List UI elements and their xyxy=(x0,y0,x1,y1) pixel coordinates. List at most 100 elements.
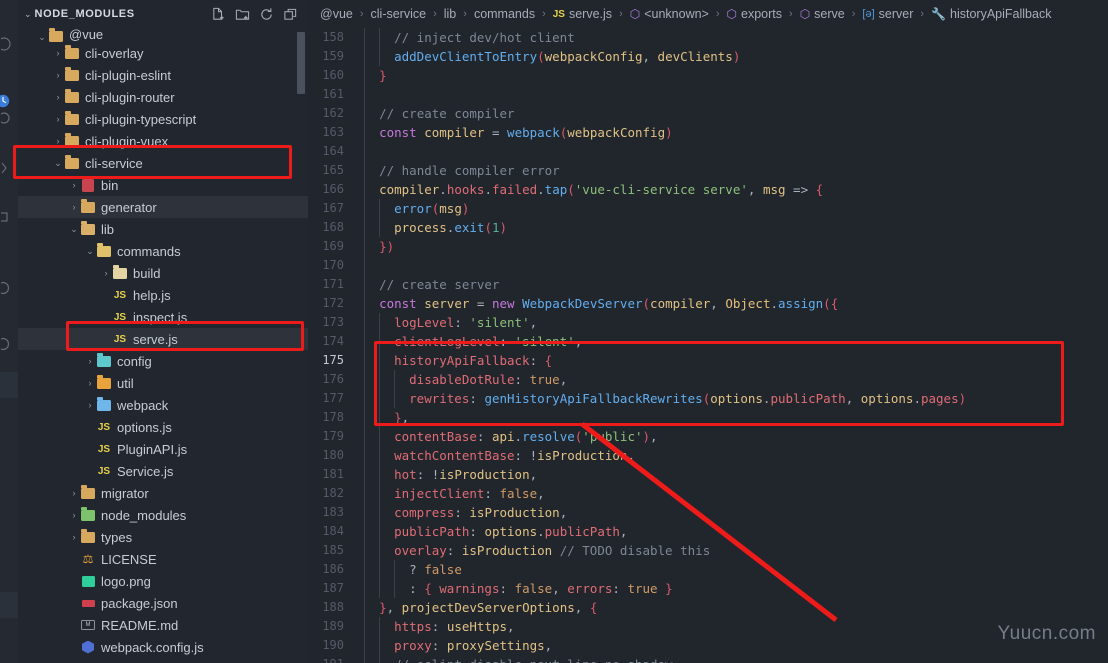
chevron-down-icon[interactable]: ⌄ xyxy=(84,246,96,256)
breadcrumb[interactable]: @vue › cli-service › lib › commands › JS serve.js… xyxy=(308,0,1108,28)
code-line[interactable]: 158 // inject dev/hot client xyxy=(308,28,1108,47)
new-folder-icon[interactable] xyxy=(235,7,250,22)
tree-item-service-js[interactable]: JS Service.js xyxy=(18,460,308,482)
code-line[interactable]: 191 // eslint-disable-next-line no-shado… xyxy=(308,655,1108,663)
code-line[interactable]: 162 // create compiler xyxy=(308,104,1108,123)
tree-item-bin[interactable]: › bin xyxy=(18,174,308,196)
code-line[interactable]: 169 }) xyxy=(308,237,1108,256)
chevron-right-icon[interactable]: › xyxy=(52,92,64,102)
chevron-down-icon[interactable]: ⌄ xyxy=(24,9,32,19)
tree-item-webpack[interactable]: › webpack xyxy=(18,394,308,416)
code-line[interactable]: 187 : { warnings: false, errors: true } xyxy=(308,579,1108,598)
code-line[interactable]: 167 error(msg) xyxy=(308,199,1108,218)
breadcrumb-item-exports[interactable]: ⬡ exports xyxy=(727,7,782,21)
explorer-section-title[interactable]: NODE_MODULES xyxy=(35,8,135,20)
file-tree[interactable]: ⌄ @vue › cli-overlay › cli-plugin-eslint › cli-… xyxy=(18,28,308,663)
code-line[interactable]: 190 proxy: proxySettings, xyxy=(308,636,1108,655)
source-control-icon[interactable] xyxy=(1,110,17,126)
code-line[interactable]: 173 logLevel: 'silent', xyxy=(308,313,1108,332)
code-editor[interactable]: 158 // inject dev/hot client 159 addDevCl… xyxy=(308,28,1108,663)
chevron-right-icon[interactable]: › xyxy=(68,202,80,212)
breadcrumb-item-serve[interactable]: ⬡ serve xyxy=(800,7,845,21)
code-line[interactable]: 165 // handle compiler error xyxy=(308,161,1108,180)
code-line[interactable]: 175 historyApiFallback: { xyxy=(308,351,1108,370)
tree-item-cli-plugin-router[interactable]: › cli-plugin-router xyxy=(18,86,308,108)
tree-item-node-modules[interactable]: › node_modules xyxy=(18,504,308,526)
chevron-right-icon[interactable]: › xyxy=(68,180,80,190)
tree-item-cli-plugin-vuex[interactable]: › cli-plugin-vuex xyxy=(18,130,308,152)
tree-item-webpack-config-js[interactable]: webpack.config.js xyxy=(18,636,308,658)
chevron-right-icon[interactable]: › xyxy=(84,356,96,366)
code-line[interactable]: 170 xyxy=(308,256,1108,275)
breadcrumb-item--vue[interactable]: @vue xyxy=(320,7,353,21)
code-line[interactable]: 186 ? false xyxy=(308,560,1108,579)
breadcrumb-item-serve-js[interactable]: JS serve.js xyxy=(553,7,612,21)
tree-item-migrator[interactable]: › migrator xyxy=(18,482,308,504)
tree-item-util[interactable]: › util xyxy=(18,372,308,394)
history-clock-icon[interactable] xyxy=(0,92,14,108)
new-file-icon[interactable] xyxy=(211,7,226,22)
chevron-right-icon[interactable]: › xyxy=(52,136,64,146)
chevron-right-icon[interactable]: › xyxy=(52,70,64,80)
code-line[interactable]: 185 overlay: isProduction // TODO disabl… xyxy=(308,541,1108,560)
tree-item-generator[interactable]: › generator xyxy=(18,196,308,218)
extensions-icon[interactable] xyxy=(1,210,17,226)
chevron-right-icon[interactable]: › xyxy=(68,532,80,542)
breadcrumb-item-commands[interactable]: commands xyxy=(474,7,535,21)
tree-item-inspect-js[interactable]: JS inspect.js xyxy=(18,306,308,328)
chevron-right-icon[interactable]: › xyxy=(100,268,112,278)
chevron-right-icon[interactable]: › xyxy=(52,114,64,124)
tree-item-help-js[interactable]: JS help.js xyxy=(18,284,308,306)
breadcrumb-item-server[interactable]: [ə] server xyxy=(862,7,913,21)
breadcrumb-item-cli-service[interactable]: cli-service xyxy=(371,7,427,21)
chevron-right-icon[interactable]: › xyxy=(68,510,80,520)
breadcrumb-item-historyapifallback[interactable]: 🔧 historyApiFallback xyxy=(931,7,1051,21)
code-line[interactable]: 166 compiler.hooks.failed.tap('vue-cli-s… xyxy=(308,180,1108,199)
chevron-down-icon[interactable]: ⌄ xyxy=(68,224,80,234)
code-line[interactable]: 183 compress: isProduction, xyxy=(308,503,1108,522)
code-line[interactable]: 189 https: useHttps, xyxy=(308,617,1108,636)
code-line[interactable]: 181 hot: !isProduction, xyxy=(308,465,1108,484)
tree-item-commands[interactable]: ⌄ commands xyxy=(18,240,308,262)
code-line[interactable]: 182 injectClient: false, xyxy=(308,484,1108,503)
collapse-all-icon[interactable] xyxy=(283,7,298,22)
tree-item-cli-overlay[interactable]: › cli-overlay xyxy=(18,42,308,64)
tree-item-license[interactable]: ⚖ LICENSE xyxy=(18,548,308,570)
code-line[interactable]: 163 const compiler = webpack(webpackConf… xyxy=(308,123,1108,142)
tree-item-cli-service[interactable]: ⌄ cli-service xyxy=(18,152,308,174)
chevron-down-icon[interactable]: ⌄ xyxy=(52,158,64,168)
tree-item-lib[interactable]: ⌄ lib xyxy=(18,218,308,240)
code-line[interactable]: 178 }, xyxy=(308,408,1108,427)
tree-item-cli-plugin-typescript[interactable]: › cli-plugin-typescript xyxy=(18,108,308,130)
explorer-icon[interactable] xyxy=(1,36,17,52)
tree-item-package-json[interactable]: package.json xyxy=(18,592,308,614)
chevron-right-icon[interactable]: › xyxy=(52,48,64,58)
refresh-icon[interactable] xyxy=(259,7,274,22)
breadcrumb-item--unknown-[interactable]: ⬡ <unknown> xyxy=(630,7,709,21)
tree-item-cli-plugin-eslint[interactable]: › cli-plugin-eslint xyxy=(18,64,308,86)
code-line[interactable]: 159 addDevClientToEntry(webpackConfig, d… xyxy=(308,47,1108,66)
code-line[interactable]: 177 rewrites: genHistoryApiFallbackRewri… xyxy=(308,389,1108,408)
tree-item-build[interactable]: › build xyxy=(18,262,308,284)
code-line[interactable]: 160 } xyxy=(308,66,1108,85)
code-line[interactable]: 184 publicPath: options.publicPath, xyxy=(308,522,1108,541)
code-line[interactable]: 164 xyxy=(308,142,1108,161)
settings-gear-icon[interactable] xyxy=(1,336,17,352)
chevron-down-icon[interactable]: ⌄ xyxy=(36,33,48,42)
code-line[interactable]: 168 process.exit(1) xyxy=(308,218,1108,237)
run-debug-icon[interactable] xyxy=(1,160,17,176)
chevron-right-icon[interactable]: › xyxy=(84,400,96,410)
tree-item-readme-md[interactable]: M README.md xyxy=(18,614,308,636)
tree-item--vue[interactable]: ⌄ @vue xyxy=(18,28,308,42)
tree-item-serve-js[interactable]: JS serve.js xyxy=(18,328,308,350)
code-line[interactable]: 161 xyxy=(308,85,1108,104)
code-line[interactable]: 188 }, projectDevServerOptions, { xyxy=(308,598,1108,617)
tree-item-logo-png[interactable]: logo.png xyxy=(18,570,308,592)
sidebar-scrollbar[interactable] xyxy=(297,32,305,94)
code-line[interactable]: 172 const server = new WebpackDevServer(… xyxy=(308,294,1108,313)
chevron-right-icon[interactable]: › xyxy=(84,378,96,388)
tree-item-types[interactable]: › types xyxy=(18,526,308,548)
code-line[interactable]: 174 clientLogLevel: 'silent', xyxy=(308,332,1108,351)
code-line[interactable]: 180 watchContentBase: !isProduction, xyxy=(308,446,1108,465)
tree-item-config[interactable]: › config xyxy=(18,350,308,372)
